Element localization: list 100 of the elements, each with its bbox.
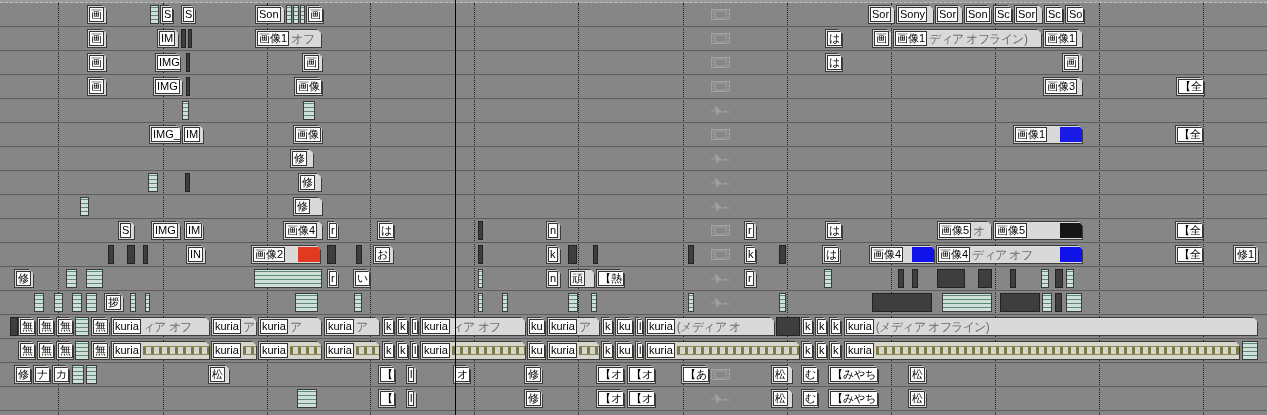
timeline-clip[interactable]	[186, 53, 190, 72]
timeline-clip[interactable]: S	[181, 5, 196, 24]
timeline-clip[interactable]: 画像5 オ	[937, 221, 992, 240]
timeline-clip[interactable]: 修	[14, 365, 32, 384]
timeline-clip[interactable]	[295, 293, 318, 312]
timeline-clip[interactable]: kuria	[324, 341, 380, 360]
timeline-clip[interactable]: カ	[52, 365, 70, 384]
timeline-clip[interactable]: 頑	[568, 269, 595, 288]
timeline-clip[interactable]: r	[327, 221, 339, 240]
timeline-clip[interactable]: n	[546, 269, 561, 288]
timeline-clip[interactable]: む	[801, 389, 819, 408]
timeline-clip[interactable]: 無	[37, 317, 55, 336]
timeline-clip[interactable]	[182, 101, 189, 120]
timeline-clip[interactable]: k	[801, 317, 814, 336]
timeline-clip[interactable]: ku	[527, 341, 546, 360]
timeline-clip[interactable]	[478, 245, 483, 264]
timeline-clip[interactable]: 無	[37, 341, 55, 360]
timeline-clip[interactable]	[34, 293, 44, 312]
timeline-clip[interactable]: IM	[184, 221, 204, 240]
timeline-clip[interactable]: k	[382, 317, 395, 336]
timeline-clip[interactable]	[1000, 293, 1040, 312]
timeline-clip[interactable]: IMG	[155, 53, 181, 72]
timeline-clip[interactable]: 無	[18, 317, 36, 336]
timeline-clip[interactable]	[1242, 341, 1258, 360]
timeline-clip[interactable]	[568, 245, 577, 264]
timeline-clip[interactable]: kuria ア	[211, 317, 257, 336]
timeline-clip[interactable]: 画	[306, 5, 324, 24]
timeline-clip[interactable]: ナ	[33, 365, 51, 384]
timeline-clip[interactable]	[75, 341, 89, 360]
timeline-clip[interactable]: 修	[298, 173, 322, 192]
timeline-clip[interactable]: 修1	[1233, 245, 1259, 264]
timeline-clip[interactable]	[186, 77, 190, 96]
timeline-clip[interactable]: Son	[964, 5, 992, 24]
timeline-clip[interactable]	[150, 5, 159, 24]
timeline-clip[interactable]: 松	[208, 365, 230, 384]
timeline-clip[interactable]: は	[377, 221, 395, 240]
timeline-clip[interactable]: k	[396, 341, 409, 360]
timeline-clip[interactable]	[1055, 269, 1063, 288]
timeline-clip[interactable]: 松	[908, 365, 927, 384]
timeline-clip[interactable]	[776, 317, 800, 336]
timeline-clip[interactable]: 修	[524, 365, 543, 384]
timeline-clip[interactable]	[688, 245, 694, 264]
timeline-clip[interactable]	[978, 269, 992, 288]
timeline-clip[interactable]: k	[815, 317, 828, 336]
timeline-clip[interactable]: kuria (メディア オ	[645, 317, 775, 336]
timeline-clip[interactable]	[779, 293, 786, 312]
timeline-clip[interactable]: 【オ	[596, 389, 625, 408]
timeline-clip[interactable]	[127, 245, 135, 264]
timeline-clip[interactable]: kuria	[420, 341, 526, 360]
timeline-clip[interactable]	[143, 245, 148, 264]
timeline-clip[interactable]: S	[160, 5, 174, 24]
timeline-clip[interactable]	[568, 293, 578, 312]
timeline-clip[interactable]	[1066, 269, 1074, 288]
timeline-clip[interactable]: kuria ア	[547, 317, 600, 336]
timeline-clip[interactable]: 【みやち	[828, 365, 879, 384]
timeline-clip[interactable]	[824, 269, 832, 288]
timeline-clip[interactable]	[1042, 293, 1052, 312]
timeline-clip[interactable]	[1010, 269, 1016, 288]
timeline-clip[interactable]: は	[825, 53, 843, 72]
timeline-clip[interactable]	[254, 269, 322, 288]
timeline-clip[interactable]: 無	[91, 317, 110, 336]
timeline-clip[interactable]	[297, 389, 317, 408]
timeline-clip[interactable]: 画像	[294, 77, 323, 96]
timeline-clip[interactable]	[898, 269, 904, 288]
timeline-clip[interactable]	[130, 293, 136, 312]
timeline-clip[interactable]	[86, 293, 97, 312]
timeline-clip[interactable]: k	[744, 245, 757, 264]
timeline-clip[interactable]: kuria ィア オフ	[111, 317, 210, 336]
timeline-clip[interactable]: 【全	[1175, 245, 1204, 264]
timeline-clip[interactable]: 画像1	[1043, 29, 1083, 48]
timeline-clip[interactable]: kuria ア	[324, 317, 380, 336]
timeline-clip[interactable]	[1041, 269, 1049, 288]
timeline-clip[interactable]: 画像	[293, 125, 323, 144]
timeline-clip[interactable]	[80, 197, 89, 216]
timeline-clip[interactable]	[354, 293, 362, 312]
timeline-clip[interactable]: 画像1	[1013, 125, 1083, 144]
timeline-clip[interactable]: は	[825, 29, 843, 48]
timeline-clip[interactable]: 画像1 オフ	[255, 29, 322, 48]
timeline-clip[interactable]	[75, 317, 89, 336]
timeline-clip[interactable]: n	[546, 221, 561, 240]
timeline-clip[interactable]	[286, 5, 292, 24]
timeline-clip[interactable]: k	[601, 317, 614, 336]
timeline-clip[interactable]: 無	[18, 341, 36, 360]
timeline-clip[interactable]: Sor	[935, 5, 963, 24]
timeline-clip[interactable]: Sony	[896, 5, 934, 24]
timeline-clip[interactable]: 画像1 ディア オフライン)	[893, 29, 1042, 48]
timeline-clip[interactable]: kuria	[645, 341, 800, 360]
timeline-clip[interactable]: 画像5	[993, 221, 1083, 240]
timeline-clip[interactable]: ku	[527, 317, 546, 336]
timeline-clip[interactable]: k	[801, 341, 814, 360]
timeline-clip[interactable]	[942, 293, 992, 312]
timeline-clip[interactable]: l	[406, 365, 417, 384]
timeline-clip[interactable]	[72, 365, 84, 384]
timeline-clip[interactable]: l	[635, 317, 644, 336]
timeline-clip[interactable]: 画像4	[869, 245, 935, 264]
timeline-clip[interactable]: 【全	[1176, 77, 1205, 96]
timeline-clip[interactable]	[1066, 293, 1082, 312]
timeline-clip[interactable]	[593, 245, 598, 264]
timeline-clip[interactable]: r	[327, 269, 339, 288]
timeline-clip[interactable]: 画像2	[251, 245, 321, 264]
